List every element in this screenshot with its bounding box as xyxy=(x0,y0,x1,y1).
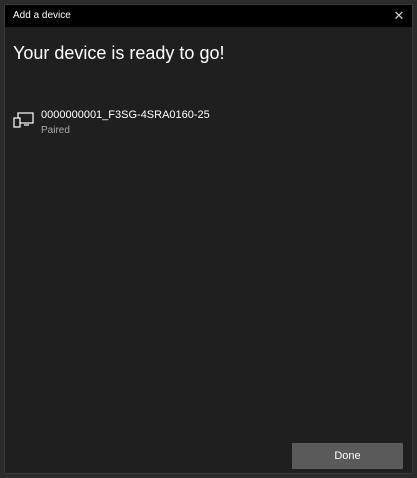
device-info: 0000000001_F3SG-4SRA0160-25 Paired xyxy=(41,109,210,137)
device-status: Paired xyxy=(41,125,70,136)
window-title: Add a device xyxy=(13,10,71,21)
page-heading: Your device is ready to go! xyxy=(13,43,225,63)
device-list-item: 0000000001_F3SG-4SRA0160-25 Paired xyxy=(13,109,210,137)
add-device-dialog: Add a device ✕ Your device is ready to g… xyxy=(4,4,413,474)
done-button[interactable]: Done xyxy=(292,443,403,469)
display-device-icon xyxy=(13,112,34,128)
title-bar: Add a device ✕ xyxy=(5,5,412,27)
device-name: 0000000001_F3SG-4SRA0160-25 xyxy=(41,109,210,121)
close-icon: ✕ xyxy=(393,8,405,23)
close-button[interactable]: ✕ xyxy=(386,5,412,27)
